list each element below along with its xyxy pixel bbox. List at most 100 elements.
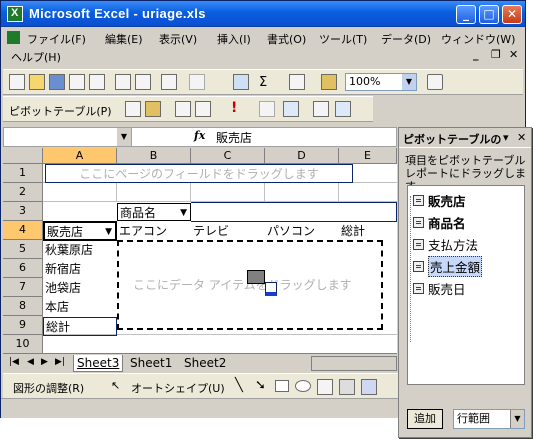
row-header-10[interactable]: 10	[3, 335, 43, 353]
select-all-corner[interactable]	[3, 148, 43, 164]
row-header-9[interactable]: 9	[3, 316, 43, 335]
tab-sheet1[interactable]: Sheet1	[127, 355, 175, 372]
add-to-button[interactable]: 追加	[407, 409, 443, 429]
field-item-sales-date[interactable]: 販売日	[428, 279, 466, 298]
menu-insert[interactable]: 挿入(I)	[217, 31, 251, 47]
row-item: 秋葉原店	[45, 243, 94, 257]
worksheet-grid[interactable]: A B C D E 1 2 3 4 5 6 7 8 9 10 ここにページのフィ…	[3, 148, 397, 353]
zoom-select[interactable]: 100% ▼	[345, 73, 417, 91]
autoshape-menu[interactable]: オートシェイプ(U)	[131, 380, 225, 396]
autosum-icon[interactable]: Σ	[259, 75, 267, 90]
always-display-icon[interactable]	[283, 101, 299, 117]
chart-icon[interactable]	[321, 74, 337, 90]
undo-icon[interactable]	[189, 74, 205, 90]
row-item: 本店	[45, 300, 70, 314]
row-header-2[interactable]: 2	[3, 183, 43, 202]
menu-help[interactable]: ヘルプ(H)	[11, 49, 61, 65]
tab-sheet3[interactable]: Sheet3	[73, 355, 124, 372]
workbook-icon[interactable]	[7, 31, 20, 44]
diagram-icon[interactable]	[361, 379, 377, 395]
textbox-icon[interactable]	[317, 379, 333, 395]
line-icon[interactable]: ╲	[235, 378, 243, 393]
last-sheet-icon[interactable]: ▶|	[55, 357, 65, 367]
include-hidden-icon[interactable]	[259, 101, 275, 117]
area-select[interactable]: 行範囲 ▼	[453, 409, 525, 429]
open-icon[interactable]	[29, 74, 45, 90]
permission-icon[interactable]	[69, 74, 85, 90]
sort-asc-icon[interactable]	[289, 74, 305, 90]
column-header-e[interactable]: E	[339, 148, 397, 164]
column-header-b[interactable]: B	[117, 148, 191, 164]
wordart-icon[interactable]	[339, 379, 355, 395]
column-header-d[interactable]: D	[265, 148, 339, 164]
oval-icon[interactable]	[295, 380, 311, 392]
menu-format[interactable]: 書式(O)	[267, 31, 306, 47]
menu-data[interactable]: データ(D)	[381, 31, 431, 47]
tab-sheet2[interactable]: Sheet2	[181, 355, 229, 372]
column-field-button[interactable]: 商品名 ▼	[117, 203, 191, 221]
save-icon[interactable]	[49, 74, 65, 90]
doc-close-button[interactable]: ✕	[509, 48, 518, 61]
email-icon[interactable]	[89, 74, 105, 90]
row-header-4[interactable]: 4	[3, 221, 43, 240]
field-item-payment[interactable]: 支払方法	[428, 235, 478, 254]
pivot-panel-title-bar[interactable]: ピボットテーブルの ▾ ✕	[399, 128, 531, 148]
formula-input[interactable]: 販売店	[216, 129, 252, 146]
paste-icon[interactable]	[161, 74, 177, 90]
maximize-button[interactable]: □	[479, 5, 499, 24]
menu-view[interactable]: 表示(V)	[159, 31, 197, 47]
chevron-down-icon[interactable]: ▾	[503, 131, 509, 144]
field-item-store[interactable]: 販売店	[428, 191, 466, 210]
column-field-drop-area[interactable]	[191, 202, 397, 222]
field-item-sales-amount[interactable]: 売上金額	[428, 256, 483, 277]
column-header-c[interactable]: C	[191, 148, 265, 164]
pivot-field-list[interactable]: 販売店 商品名 支払方法 売上金額 販売日	[407, 185, 525, 385]
data-drop-area[interactable]: ここにデータ アイテムをドラッグします	[117, 240, 383, 330]
menu-window[interactable]: ウィンドウ(W)	[441, 31, 515, 47]
excel-app-icon[interactable]	[7, 6, 23, 22]
minimize-button[interactable]: _	[456, 5, 476, 24]
field-item-product[interactable]: 商品名	[428, 213, 466, 232]
show-detail-icon[interactable]	[195, 101, 211, 117]
hyperlink-icon[interactable]	[233, 74, 249, 90]
format-report-icon[interactable]	[125, 101, 141, 117]
refresh-icon[interactable]: !	[231, 100, 237, 116]
adjust-shapes-menu[interactable]: 図形の調整(R)	[13, 380, 84, 396]
close-icon[interactable]: ✕	[517, 131, 526, 144]
print-preview-icon[interactable]	[135, 74, 151, 90]
new-icon[interactable]	[9, 74, 25, 90]
hide-detail-icon[interactable]	[175, 101, 191, 117]
horizontal-scrollbar[interactable]	[311, 356, 397, 371]
title-bar[interactable]: Microsoft Excel - uriage.xls _ □ ✕	[1, 1, 525, 27]
pivot-menu-button[interactable]: ピボットテーブル(P)	[9, 103, 112, 119]
menu-tools[interactable]: ツール(T)	[319, 31, 367, 47]
field-list-icon[interactable]	[335, 101, 351, 117]
rectangle-icon[interactable]	[275, 380, 289, 392]
arrow-icon[interactable]: ➘	[255, 378, 266, 393]
row-header-5[interactable]: 5	[3, 240, 43, 259]
doc-minimize-button[interactable]: _	[473, 48, 479, 61]
pivot-chart-icon[interactable]	[145, 101, 161, 117]
next-sheet-icon[interactable]: ▶	[41, 357, 48, 367]
row-header-6[interactable]: 6	[3, 259, 43, 278]
prev-sheet-icon[interactable]: ◀	[27, 357, 34, 367]
column-header-a[interactable]: A	[43, 148, 117, 164]
select-arrow-icon[interactable]: ↖	[111, 379, 120, 392]
row-field-button[interactable]: 販売店 ▼	[43, 221, 117, 241]
close-button[interactable]: ✕	[502, 5, 522, 24]
menu-edit[interactable]: 編集(E)	[105, 31, 143, 47]
name-box[interactable]: ▼	[4, 128, 132, 146]
first-sheet-icon[interactable]: |◀	[9, 357, 19, 367]
row-header-7[interactable]: 7	[3, 278, 43, 297]
page-field-drop-area[interactable]: ここにページのフィールドをドラッグします	[45, 164, 353, 183]
menu-file[interactable]: ファイル(F)	[27, 31, 86, 47]
row-header-3[interactable]: 3	[3, 202, 43, 221]
column-item: パソコン	[267, 224, 316, 238]
doc-restore-button[interactable]: ❐	[491, 48, 501, 61]
field-settings-icon[interactable]	[313, 101, 329, 117]
print-icon[interactable]	[115, 74, 131, 90]
help-icon[interactable]	[427, 74, 443, 90]
row-header-1[interactable]: 1	[3, 164, 43, 183]
fx-icon[interactable]: fx	[194, 129, 205, 142]
row-header-8[interactable]: 8	[3, 297, 43, 316]
